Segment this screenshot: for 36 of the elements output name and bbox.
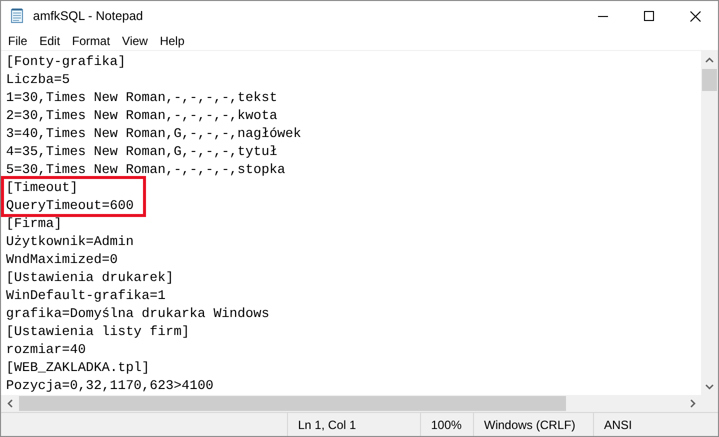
status-field: Windows (CRLF): [473, 413, 593, 436]
text-line: WndMaximized=0: [6, 251, 119, 269]
text-line: [WEB_ZAKLADKA.tpl]: [6, 359, 151, 377]
status-field: ANSI: [593, 413, 703, 436]
menu-item[interactable]: Help: [154, 34, 190, 48]
vertical-scrollbar[interactable]: [701, 51, 718, 395]
menu-item[interactable]: Format: [67, 34, 116, 48]
horizontal-scrollbar[interactable]: [1, 395, 701, 412]
text-line: Liczba=5: [6, 71, 71, 89]
text-line: 2=30,Times New Roman,-,-,-,-,kwota: [6, 107, 278, 125]
text-line: [Timeout]: [6, 179, 79, 197]
status-field: 100%: [420, 413, 473, 436]
menu-item[interactable]: File: [3, 34, 32, 48]
text-line: [Ustawienia drukarek]: [6, 269, 175, 287]
menu-item[interactable]: View: [117, 34, 153, 48]
window-title: amfkSQL - Notepad: [33, 9, 144, 23]
text-line: 5=30,Times New Roman,-,-,-,-,stopka: [6, 161, 286, 179]
scroll-thumb[interactable]: [702, 69, 717, 91]
text-line: grafika=Domyślna drukarka Windows: [6, 305, 270, 323]
text-line: [Fonty-grafika]: [6, 53, 127, 71]
text-line: 1=30,Times New Roman,-,-,-,-,tekst: [6, 89, 278, 107]
text-line: [Ustawienia listy firm]: [6, 323, 191, 341]
status-field: Ln 1, Col 1: [287, 413, 420, 436]
close-icon: [690, 10, 700, 22]
scroll-thumb[interactable]: [19, 396, 566, 411]
notepad-icon: [9, 8, 25, 24]
text-line: rozmiar=40: [6, 341, 87, 359]
text-line: WinDefault-grafika=1: [6, 287, 167, 305]
text-line: Pozycja=0,32,1170,623>4100: [6, 377, 214, 395]
text-line: QueryTimeout=600: [6, 197, 134, 215]
text-line: 3=40,Times New Roman,G,-,-,-,nagłówek: [6, 125, 302, 143]
maximize-icon: [644, 10, 654, 22]
menu-item[interactable]: Edit: [34, 34, 66, 48]
text-line: Użytkownik=Admin: [6, 233, 135, 251]
text-line: [Firma]: [6, 215, 63, 233]
text-line: 4=35,Times New Roman,G,-,-,-,tytuł: [6, 143, 278, 161]
